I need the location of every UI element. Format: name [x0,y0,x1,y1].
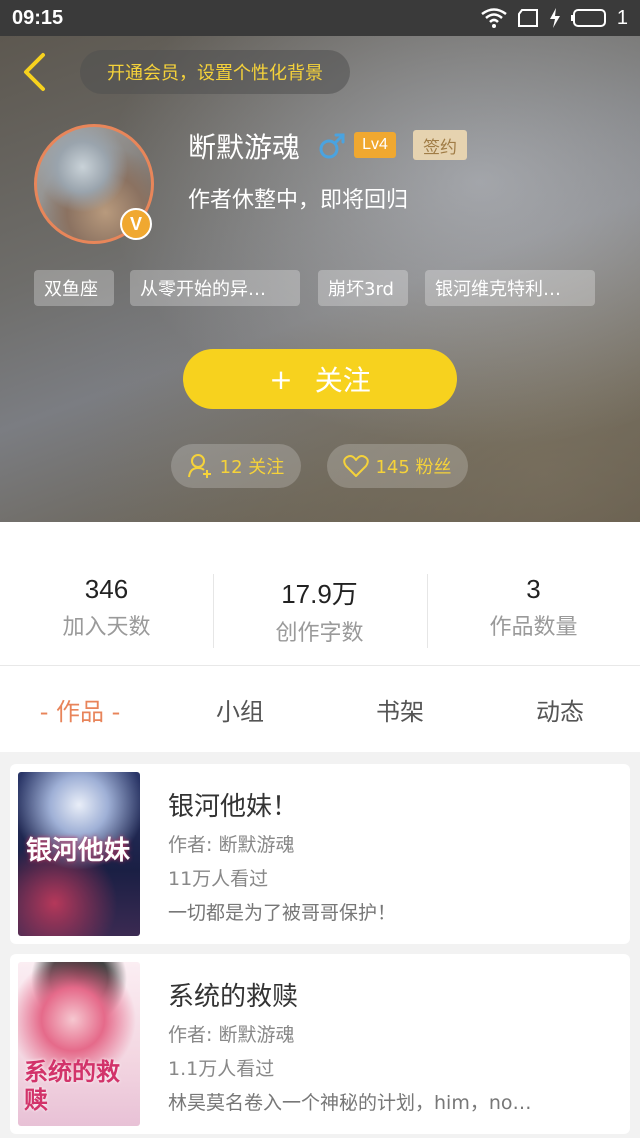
book-views: 1.1万人看过 [168,1058,275,1080]
book-title: 系统的救赎 [168,982,299,1012]
stats-section: 346 加入天数 17.9万 创作字数 3 作品数量 [0,522,640,666]
fans-button[interactable]: 145 粉丝 [327,444,468,488]
book-cover[interactable]: 系统的救赎 [18,962,140,1126]
signed-badge: 签约 [413,130,467,160]
stat-value: 17.9万 [281,579,358,609]
tag-item[interactable]: 从零开始的异… [130,270,300,306]
book-description: 林昊莫名卷入一个神秘的计划，him，no… [168,1092,532,1114]
battery-level: 1 [616,6,628,29]
status-time: 09:15 [12,6,64,29]
plus-icon: + [269,362,293,396]
username: 断默游魂 [188,131,301,164]
stat-join-days: 346 加入天数 [0,574,213,641]
tab-groups[interactable]: 小组 [160,666,320,752]
tag-item[interactable]: 双鱼座 [34,270,114,306]
tab-activity[interactable]: 动态 [480,666,640,752]
wifi-icon [481,8,507,28]
cover-title: 银河他妹 [26,836,131,866]
sim-icon [517,9,538,27]
tab-bar: - 作品 - 小组 书架 动态 [0,666,640,752]
level-badge: Lv4 [354,132,396,158]
charging-icon [549,8,560,28]
tab-works[interactable]: - 作品 - [0,666,160,752]
following-count: 12 关注 [219,457,285,478]
avatar-container[interactable]: V [34,124,154,244]
stat-label: 作品数量 [489,615,578,640]
profile-header: 开通会员，设置个性化背景 V 断默游魂 Lv4 签约 作者休整中，即将回归 双鱼… [0,36,640,522]
tab-bookshelf[interactable]: 书架 [320,666,480,752]
chevron-left-icon [24,53,45,91]
book-views: 11万人看过 [168,868,269,890]
stat-value: 346 [84,574,129,604]
book-card[interactable]: 系统的救赎 系统的救赎 作者: 断默游魂 1.1万人看过 林昊莫名卷入一个神秘的… [10,954,630,1134]
stat-word-count: 17.9万 创作字数 [213,574,426,647]
status-icons: 1 [481,7,628,30]
stat-value: 3 [526,574,541,604]
follow-label: 关注 [314,364,371,397]
book-card[interactable]: 银河他妹 银河他妹！ 作者: 断默游魂 11万人看过 一切都是为了被哥哥保护！ [10,764,630,944]
tag-item[interactable]: 银河维克特利… [425,270,595,306]
book-cover[interactable]: 银河他妹 [18,772,140,936]
battery-icon [570,9,606,27]
stat-label: 创作字数 [275,621,364,646]
fans-count: 145 粉丝 [375,457,452,478]
book-description: 一切都是为了被哥哥保护！ [168,902,397,924]
status-bar: 09:15 1 [0,0,640,36]
following-button[interactable]: 12 关注 [171,444,301,488]
tag-item[interactable]: 崩坏3rd [318,270,408,306]
book-author: 作者: 断默游魂 [168,834,295,856]
follow-button[interactable]: + 关注 [183,349,457,409]
bio: 作者休整中，即将回归 [188,188,409,213]
male-icon [319,133,345,159]
book-author: 作者: 断默游魂 [168,1024,295,1046]
stat-works-count: 3 作品数量 [427,574,640,641]
vip-banner-button[interactable]: 开通会员，设置个性化背景 [80,50,350,94]
add-user-icon [187,454,211,478]
stat-label: 加入天数 [62,615,151,640]
cover-title: 系统的救赎 [24,1058,120,1114]
back-button[interactable] [16,50,52,94]
heart-icon [343,455,370,477]
verified-badge: V [120,208,152,240]
book-title: 银河他妹！ [168,792,299,822]
